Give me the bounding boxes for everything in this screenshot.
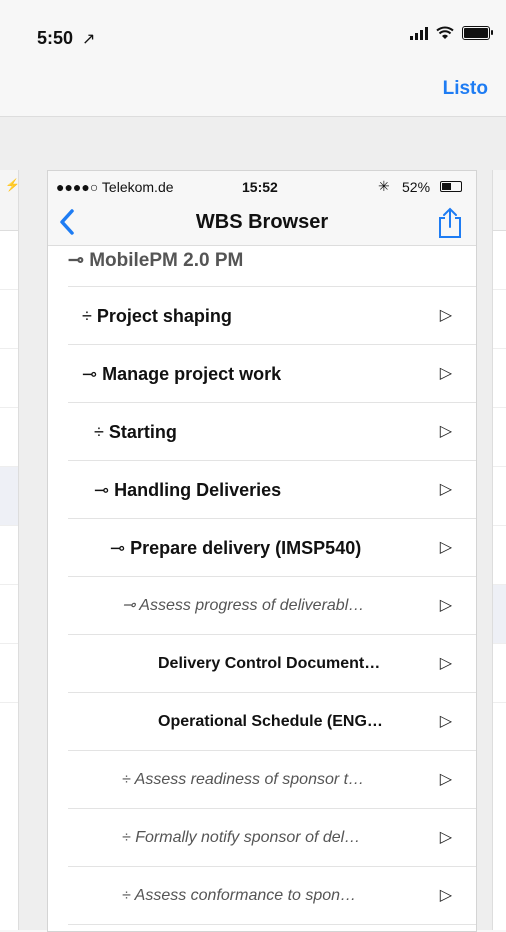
wbs-row-text: Operational Schedule (ENG… — [158, 713, 383, 730]
wbs-node-icon: ⊸ — [110, 538, 131, 558]
wbs-root-label: ⊸ MobilePM 2.0 PM — [68, 250, 244, 271]
inner-battery-icon — [440, 181, 462, 192]
wbs-row-label: ÷ Assess readiness of sponsor t… — [122, 751, 364, 809]
wbs-row[interactable]: ÷ Formally notify sponsor of del… ▷ — [68, 809, 476, 867]
wbs-row-text: Formally notify sponsor of del… — [135, 829, 361, 846]
disclosure-arrow-icon[interactable]: ▷ — [440, 345, 452, 403]
wbs-row-text: Assess conformance to spon… — [134, 887, 357, 904]
wbs-node-icon: ÷ — [122, 829, 136, 846]
wbs-row-text: Handling Deliveries — [114, 480, 282, 500]
status-time: 5:50 ↗ — [37, 28, 95, 49]
status-time-text: 5:50 — [37, 28, 74, 48]
wbs-row-label: ⊸ Assess progress of deliverabl… — [122, 577, 364, 635]
next-card-peek[interactable] — [492, 170, 506, 930]
disclosure-arrow-icon[interactable]: ▷ — [440, 635, 452, 693]
wbs-row-label: ÷ Formally notify sponsor of del… — [122, 809, 360, 867]
wbs-row[interactable]: ⊸ Prepare delivery (IMSP540) ▷ — [68, 519, 476, 577]
share-icon[interactable] — [436, 207, 464, 239]
wbs-row[interactable]: ⊸ Manage project work ▷ — [68, 345, 476, 403]
battery-percent: 52% — [402, 179, 431, 195]
signal-icon — [410, 26, 428, 40]
status-indicators — [410, 26, 493, 40]
disclosure-arrow-icon[interactable]: ▷ — [440, 867, 452, 925]
carrier-label: ●●●●○ Telekom.de — [56, 179, 174, 195]
wbs-row[interactable]: ÷ Assess conformance to spon… ▷ — [68, 867, 476, 925]
charging-icon: ⚡ — [5, 178, 20, 192]
wbs-row-label: ÷ Project shaping — [82, 287, 232, 345]
inner-status-bar: ●●●●○ Telekom.de 15:52 ✳ 52% — [48, 171, 476, 201]
wbs-row[interactable]: Operational Schedule (ENG… ▷ — [68, 693, 476, 751]
wbs-row[interactable]: Delivery Control Document… ▷ — [68, 635, 476, 693]
wbs-row[interactable]: ÷ Project shaping ▷ — [68, 287, 476, 345]
wbs-row-text: Starting — [108, 422, 177, 442]
wbs-node-icon: ⊸ — [94, 480, 115, 500]
wbs-row-text: Assess progress of deliverabl… — [139, 597, 365, 614]
disclosure-arrow-icon[interactable]: ▷ — [440, 519, 452, 577]
status-bar: 5:50 ↗ — [0, 0, 506, 62]
battery-icon — [462, 26, 493, 40]
wbs-node-icon: ÷ — [122, 887, 135, 904]
wbs-row[interactable]: ⊸ Handling Deliveries ▷ — [68, 461, 476, 519]
wbs-row-label: ⊸ Manage project work — [82, 345, 281, 403]
wbs-node-icon: ÷ — [122, 771, 135, 788]
previous-card-peek[interactable]: ⚡ — [0, 170, 20, 930]
wbs-row-label: ÷ Assess conformance to spon… — [122, 867, 356, 925]
wbs-node-icon: ⊸ — [122, 597, 140, 614]
disclosure-arrow-icon[interactable]: ▷ — [440, 287, 452, 345]
wbs-row[interactable]: ÷ Assess readiness of sponsor t… ▷ — [68, 751, 476, 809]
wbs-row[interactable]: ÷ Starting ▷ — [68, 403, 476, 461]
wbs-row-text: Prepare delivery (IMSP540) — [130, 538, 362, 558]
disclosure-arrow-icon[interactable]: ▷ — [440, 809, 452, 867]
wbs-row[interactable]: ⊸ Assess progress of deliverabl… ▷ — [68, 577, 476, 635]
wbs-list: ⊸ MobilePM 2.0 PM ÷ Project shaping ▷ ⊸ Ma… — [48, 246, 476, 925]
wbs-node-icon: ÷ — [82, 306, 97, 326]
wbs-row-text: Delivery Control Document… — [158, 655, 381, 672]
wbs-row-label: Delivery Control Document… — [158, 635, 380, 693]
disclosure-arrow-icon[interactable]: ▷ — [440, 751, 452, 809]
outer-nav-bar: Listo — [0, 62, 506, 117]
inner-nav-bar: WBS Browser — [48, 201, 476, 246]
done-button[interactable]: Listo — [443, 78, 488, 100]
wbs-row-text: Assess readiness of sponsor t… — [134, 771, 365, 788]
disclosure-arrow-icon[interactable]: ▷ — [440, 577, 452, 635]
wbs-row-text: Manage project work — [102, 364, 282, 384]
wbs-root-row[interactable]: ⊸ MobilePM 2.0 PM — [68, 246, 476, 287]
wbs-row-label: ⊸ Prepare delivery (IMSP540) — [110, 519, 361, 577]
disclosure-arrow-icon[interactable]: ▷ — [440, 693, 452, 751]
wbs-node-icon: ⊸ — [82, 364, 103, 384]
disclosure-arrow-icon[interactable]: ▷ — [440, 403, 452, 461]
wbs-row-label: ⊸ Handling Deliveries — [94, 461, 281, 519]
disclosure-arrow-icon[interactable]: ▷ — [440, 461, 452, 519]
location-icon: ↗ — [82, 31, 96, 48]
page-title: WBS Browser — [195, 211, 329, 233]
wifi-icon — [436, 26, 454, 39]
inner-status-time: 15:52 — [242, 179, 278, 195]
wbs-row-label: Operational Schedule (ENG… — [158, 693, 383, 751]
wbs-node-icon: ÷ — [94, 422, 109, 442]
bluetooth-icon: ✳ — [378, 178, 390, 194]
wbs-row-text: Project shaping — [96, 306, 232, 326]
screenshot-card: ●●●●○ Telekom.de 15:52 ✳ 52% WBS Browser… — [47, 170, 477, 932]
wbs-row-label: ÷ Starting — [94, 403, 177, 461]
